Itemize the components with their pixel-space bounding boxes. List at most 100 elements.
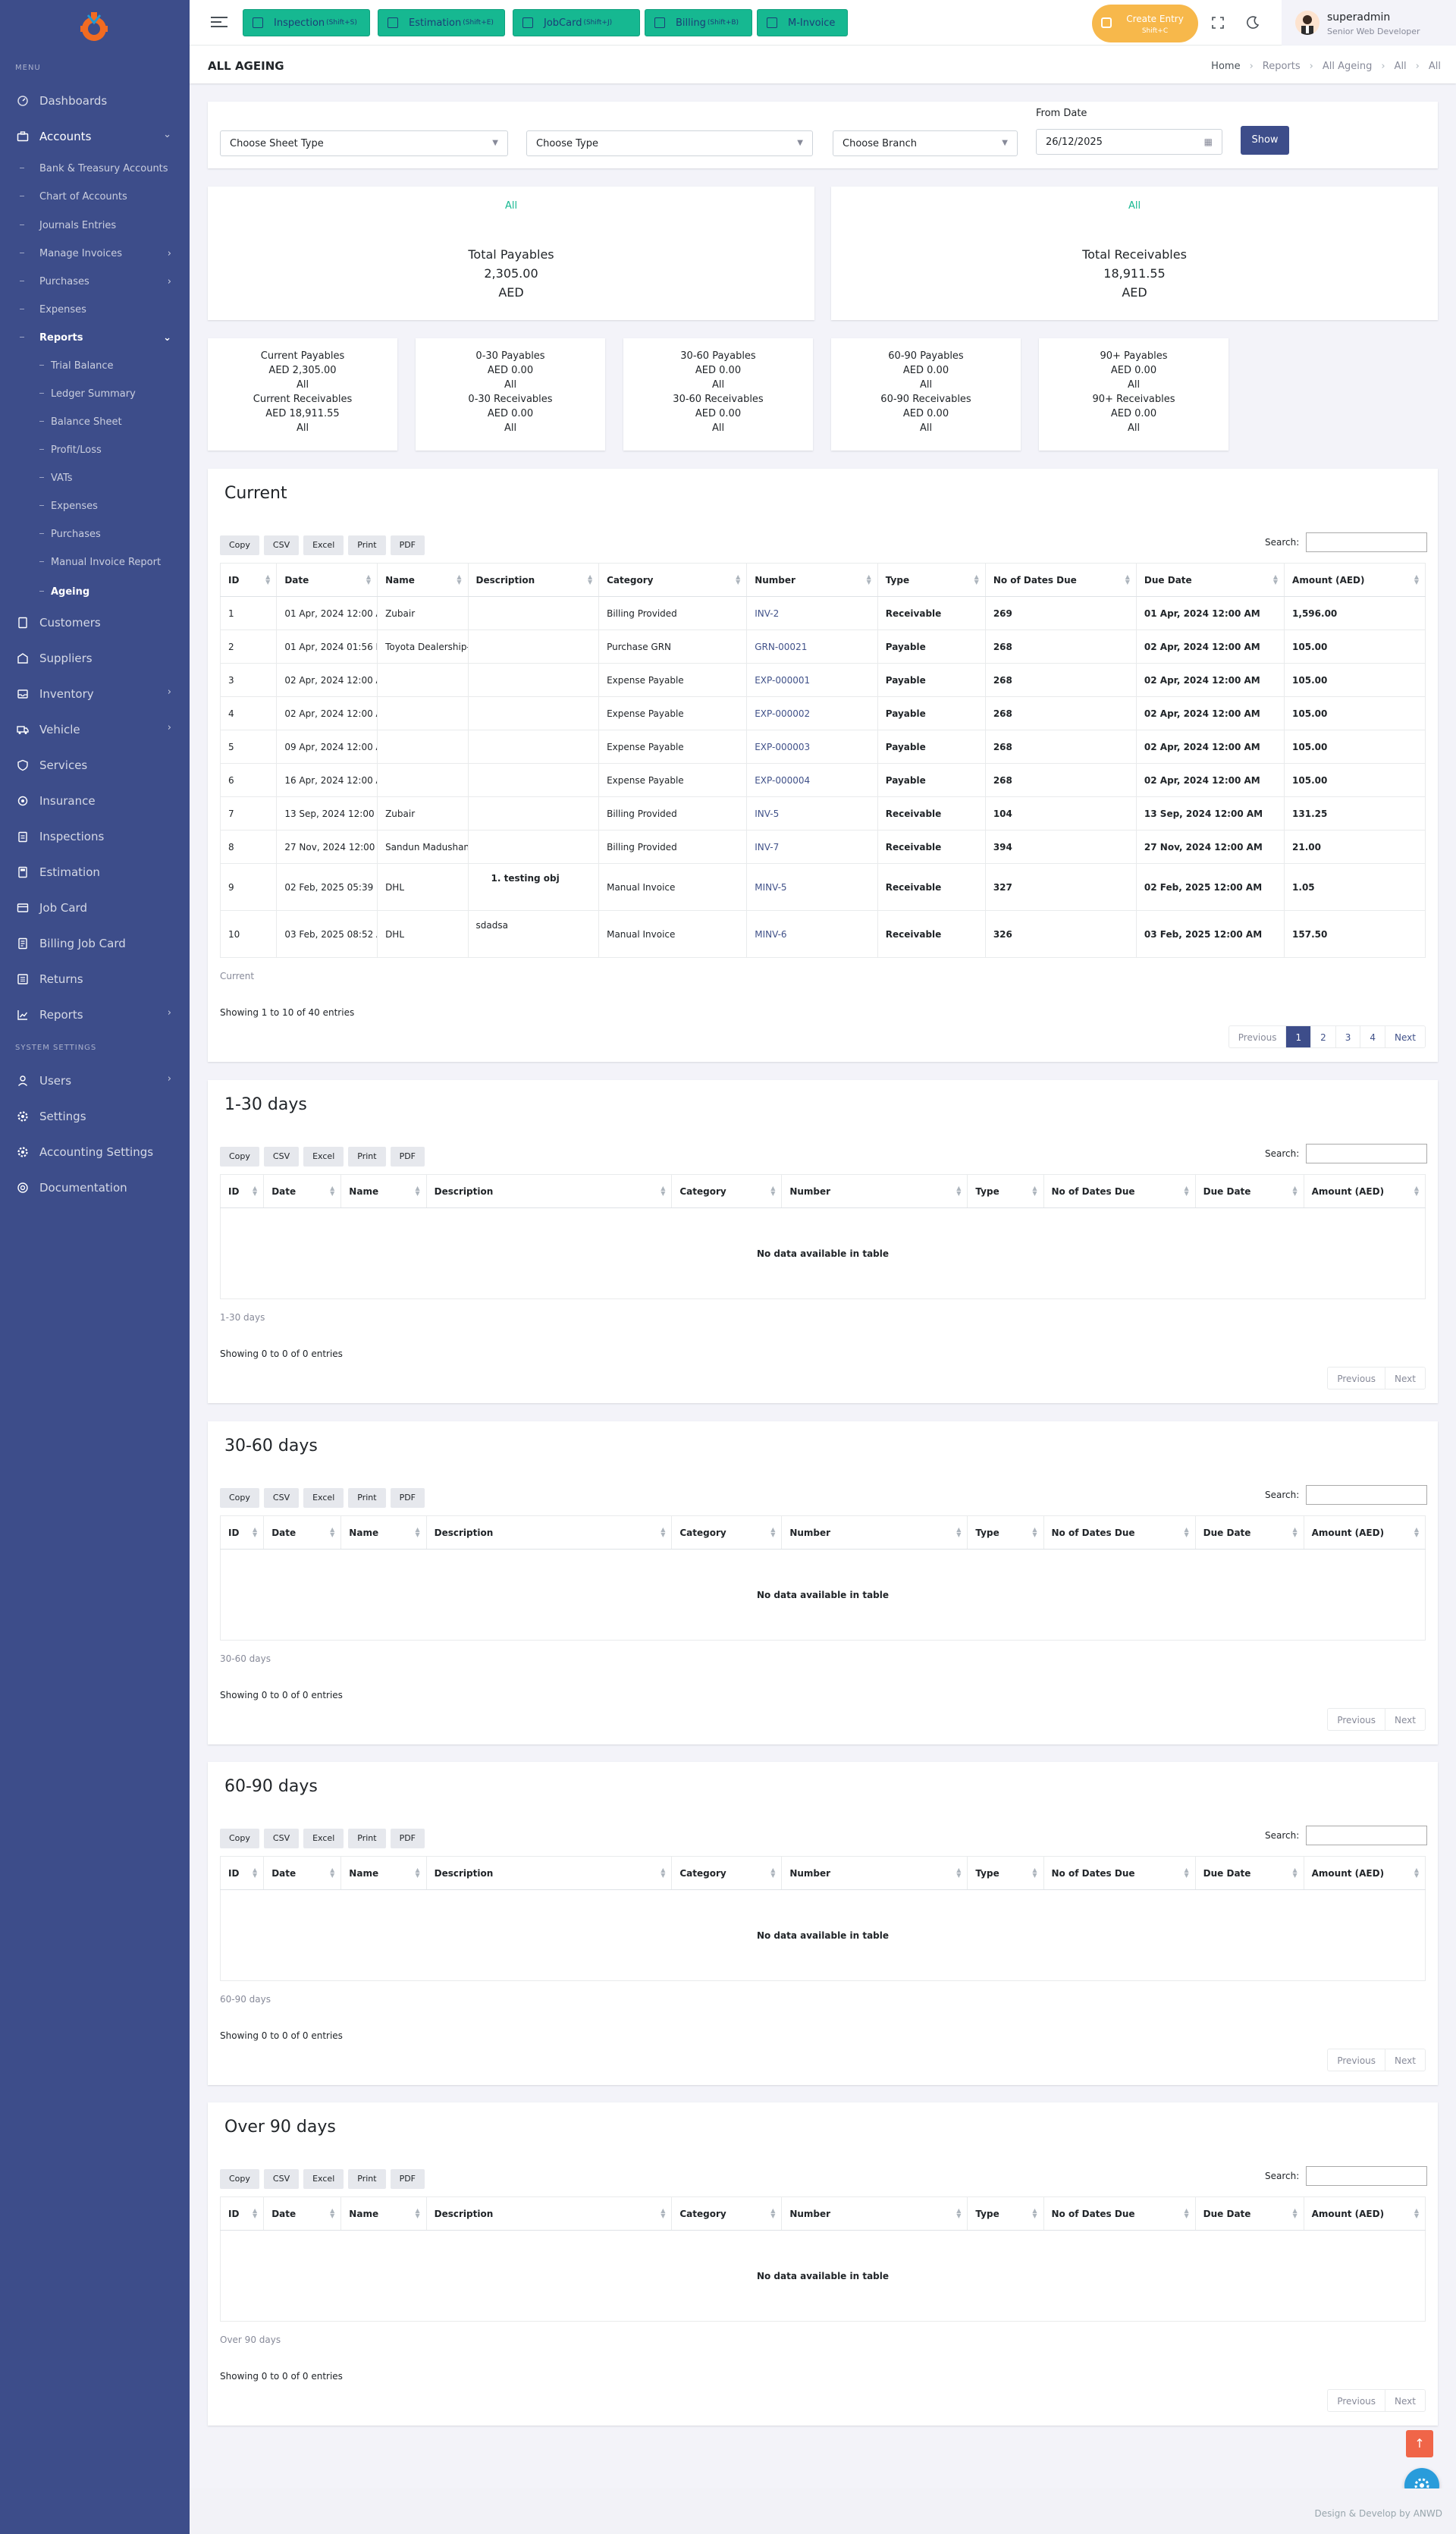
sidebar-item-returns[interactable]: Returns bbox=[0, 968, 190, 991]
document-number-link[interactable]: EXP-000002 bbox=[746, 696, 878, 730]
pagination-previous[interactable]: Previous bbox=[1229, 1026, 1286, 1047]
sidebar-item-dashboards[interactable]: Dashboards bbox=[0, 89, 190, 112]
column-header[interactable]: Name ▲ ▼ bbox=[377, 563, 469, 597]
column-header[interactable]: Due Date ▲ ▼ bbox=[1194, 2196, 1304, 2231]
pagination-page[interactable]: 1 bbox=[1285, 1026, 1311, 1047]
sidebar-sub-balance-sheet[interactable]: Balance Sheet bbox=[0, 412, 190, 432]
pagination-page[interactable]: 2 bbox=[1310, 1026, 1335, 1047]
sidebar-sub-vats[interactable]: VATs bbox=[0, 468, 190, 488]
column-header[interactable]: No of Dates Due ▲ ▼ bbox=[1043, 1856, 1196, 1890]
sidebar-item-users[interactable]: Users › bbox=[0, 1069, 190, 1092]
sidebar-sub-manage-invoices[interactable]: Manage Invoices › bbox=[0, 243, 190, 263]
search-input[interactable] bbox=[1306, 1144, 1427, 1163]
pagination-previous[interactable]: Previous bbox=[1328, 1367, 1385, 1389]
quick-estimation-button[interactable]: Estimation (Shift+E) bbox=[378, 9, 505, 36]
sidebar-item-vehicle[interactable]: Vehicle › bbox=[0, 718, 190, 741]
back-to-top-button[interactable]: ↑ bbox=[1406, 2430, 1433, 2457]
quick-minvoice-button[interactable]: M-Invoice bbox=[757, 9, 848, 36]
document-number-link[interactable]: EXP-000004 bbox=[746, 763, 878, 797]
export-print-button[interactable]: Print bbox=[348, 2169, 386, 2189]
search-input[interactable] bbox=[1306, 1826, 1427, 1845]
document-number-link[interactable]: EXP-000001 bbox=[746, 663, 878, 697]
column-header[interactable]: Type ▲ ▼ bbox=[877, 563, 986, 597]
column-header[interactable]: No of Dates Due ▲ ▼ bbox=[1043, 1515, 1196, 1550]
hamburger-menu-icon[interactable] bbox=[211, 17, 228, 29]
export-csv-button[interactable]: CSV bbox=[263, 1147, 300, 1167]
sidebar-item-settings[interactable]: Settings bbox=[0, 1105, 190, 1128]
pagination-next[interactable]: Next bbox=[1385, 1367, 1425, 1389]
document-number-link[interactable]: INV-2 bbox=[746, 596, 878, 630]
search-input[interactable] bbox=[1306, 532, 1427, 552]
column-header[interactable]: Due Date ▲ ▼ bbox=[1194, 1856, 1304, 1890]
column-header[interactable]: Name ▲ ▼ bbox=[340, 2196, 427, 2231]
column-header[interactable]: Number ▲ ▼ bbox=[746, 563, 878, 597]
pagination-previous[interactable]: Previous bbox=[1328, 1709, 1385, 1730]
sidebar-item-services[interactable]: Services bbox=[0, 754, 190, 777]
pagination-next[interactable]: Next bbox=[1385, 2049, 1425, 2071]
type-select[interactable]: Choose Type ▼ bbox=[526, 130, 813, 156]
sidebar-item-inventory[interactable]: Inventory › bbox=[0, 683, 190, 705]
column-header[interactable]: ID ▲ ▼ bbox=[219, 563, 277, 597]
export-pdf-button[interactable]: PDF bbox=[390, 535, 425, 555]
column-header[interactable]: Date ▲ ▼ bbox=[263, 2196, 341, 2231]
breadcrumb-reports[interactable]: Reports bbox=[1263, 61, 1301, 72]
column-header[interactable]: Description ▲ ▼ bbox=[425, 1856, 672, 1890]
sidebar-item-billing-job-card[interactable]: Billing Job Card bbox=[0, 932, 190, 955]
export-pdf-button[interactable]: PDF bbox=[390, 2169, 425, 2189]
column-header[interactable]: Date ▲ ▼ bbox=[263, 1515, 341, 1550]
user-menu[interactable]: superadmin Senior Web Developer bbox=[1282, 0, 1456, 46]
column-header[interactable]: Amount (AED) ▲ ▼ bbox=[1303, 2196, 1426, 2231]
breadcrumb-all-ageing[interactable]: All Ageing bbox=[1323, 61, 1373, 72]
quick-jobcard-button[interactable]: JobCard (Shift+J) bbox=[513, 9, 640, 36]
moon-icon[interactable] bbox=[1245, 15, 1260, 30]
column-header[interactable]: ID ▲ ▼ bbox=[219, 1856, 264, 1890]
sidebar-sub-journals[interactable]: Journals Entries bbox=[0, 215, 190, 235]
sidebar-sub-trial-balance[interactable]: Trial Balance bbox=[0, 356, 190, 375]
sidebar-item-estimation[interactable]: Estimation bbox=[0, 861, 190, 884]
column-header[interactable]: Category ▲ ▼ bbox=[671, 2196, 782, 2231]
column-header[interactable]: Category ▲ ▼ bbox=[671, 1856, 782, 1890]
column-header[interactable]: Description ▲ ▼ bbox=[425, 1515, 672, 1550]
document-number-link[interactable]: GRN-00021 bbox=[746, 630, 878, 664]
column-header[interactable]: Number ▲ ▼ bbox=[781, 1856, 968, 1890]
export-copy-button[interactable]: Copy bbox=[220, 535, 259, 555]
column-header[interactable]: Amount (AED) ▲ ▼ bbox=[1303, 1856, 1426, 1890]
export-print-button[interactable]: Print bbox=[348, 1147, 386, 1167]
quick-billing-button[interactable]: Billing (Shift+B) bbox=[645, 9, 752, 36]
sidebar-item-documentation[interactable]: Documentation bbox=[0, 1176, 190, 1199]
sidebar-sub-reports[interactable]: Reports ⌄ bbox=[0, 328, 190, 347]
sidebar-item-job-card[interactable]: Job Card bbox=[0, 896, 190, 919]
export-pdf-button[interactable]: PDF bbox=[390, 1829, 425, 1848]
sidebar-item-insurance[interactable]: Insurance bbox=[0, 790, 190, 812]
pagination-page[interactable]: 3 bbox=[1335, 1026, 1360, 1047]
column-header[interactable]: Due Date ▲ ▼ bbox=[1194, 1174, 1304, 1208]
column-header[interactable]: No of Dates Due ▲ ▼ bbox=[984, 563, 1137, 597]
export-excel-button[interactable]: Excel bbox=[303, 1147, 344, 1167]
export-pdf-button[interactable]: PDF bbox=[390, 1147, 425, 1167]
column-header[interactable]: Name ▲ ▼ bbox=[340, 1515, 427, 1550]
breadcrumb-home[interactable]: Home bbox=[1211, 61, 1240, 72]
logo-icon[interactable] bbox=[76, 9, 112, 46]
sidebar-sub-chart-of-accounts[interactable]: Chart of Accounts bbox=[0, 187, 190, 206]
column-header[interactable]: Due Date ▲ ▼ bbox=[1194, 1515, 1304, 1550]
column-header[interactable]: No of Dates Due ▲ ▼ bbox=[1043, 1174, 1196, 1208]
sidebar-sub-ageing[interactable]: Ageing bbox=[0, 582, 190, 601]
column-header[interactable]: Number ▲ ▼ bbox=[781, 2196, 968, 2231]
export-csv-button[interactable]: CSV bbox=[263, 535, 300, 555]
export-print-button[interactable]: Print bbox=[348, 535, 386, 555]
export-csv-button[interactable]: CSV bbox=[263, 2169, 300, 2189]
from-date-input[interactable]: 26/12/2025 ▦ bbox=[1036, 129, 1222, 155]
sidebar-sub-expenses[interactable]: Expenses bbox=[0, 300, 190, 319]
column-header[interactable]: Number ▲ ▼ bbox=[781, 1515, 968, 1550]
column-header[interactable]: Type ▲ ▼ bbox=[967, 1856, 1043, 1890]
export-excel-button[interactable]: Excel bbox=[303, 1488, 344, 1508]
column-header[interactable]: Category ▲ ▼ bbox=[671, 1515, 782, 1550]
document-number-link[interactable]: INV-5 bbox=[746, 796, 878, 831]
sidebar-item-suppliers[interactable]: Suppliers bbox=[0, 647, 190, 670]
document-number-link[interactable]: EXP-000003 bbox=[746, 730, 878, 764]
column-header[interactable]: Date ▲ ▼ bbox=[276, 563, 378, 597]
column-header[interactable]: Type ▲ ▼ bbox=[967, 1515, 1043, 1550]
column-header[interactable]: Name ▲ ▼ bbox=[340, 1174, 427, 1208]
create-entry-button[interactable]: Create Entry Shift+C bbox=[1092, 5, 1198, 42]
document-number-link[interactable]: MINV-5 bbox=[746, 863, 878, 911]
